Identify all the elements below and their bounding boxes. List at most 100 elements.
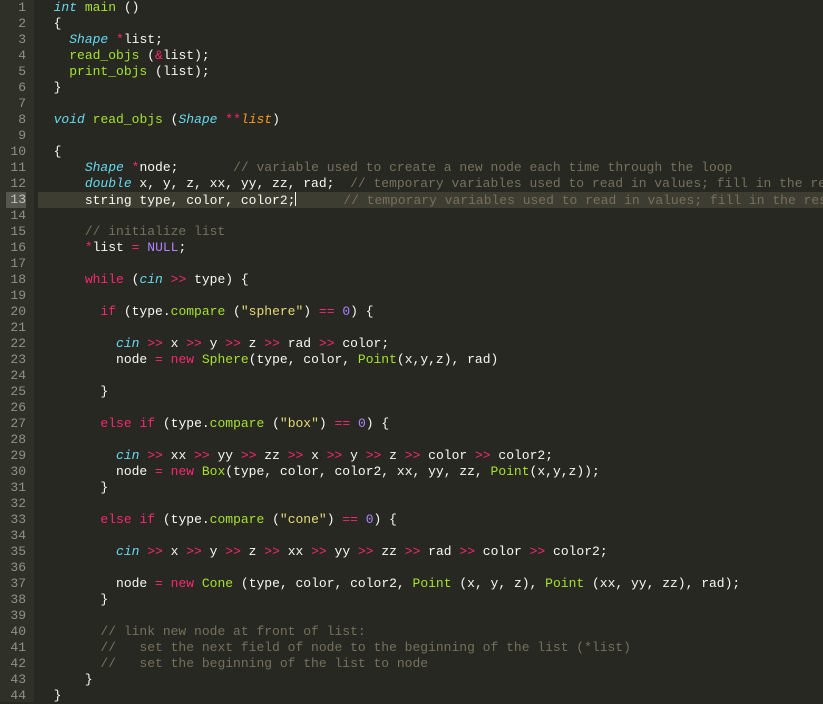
code-line[interactable]: { (38, 144, 823, 160)
token-param: list (241, 112, 272, 127)
code-line[interactable]: } (38, 80, 823, 96)
token-op: & (155, 48, 163, 63)
code-line[interactable]: node = new Sphere(type, color, Point(x,y… (38, 352, 823, 368)
code-line[interactable]: cin >> x >> y >> z >> xx >> yy >> zz >> … (38, 544, 823, 560)
code-line[interactable]: Shape *list; (38, 32, 823, 48)
code-line[interactable] (38, 96, 823, 112)
token-comment: // temporary variables used to read in v… (343, 193, 823, 208)
line-number: 20 (6, 304, 26, 320)
code-line[interactable] (38, 320, 823, 336)
token-plain (124, 160, 132, 175)
token-plain: (type, color, (249, 352, 358, 367)
code-line[interactable]: *list = NULL; (38, 240, 823, 256)
line-number: 42 (6, 656, 26, 672)
token-plain: ) { (374, 512, 397, 527)
token-storage: int (54, 0, 77, 15)
token-keyword: new (171, 464, 194, 479)
token-plain: } (54, 80, 62, 95)
code-line[interactable]: cin >> xx >> yy >> zz >> x >> y >> z >> … (38, 448, 823, 464)
code-line[interactable]: } (38, 672, 823, 688)
token-op: >> (225, 544, 241, 559)
line-number: 34 (6, 528, 26, 544)
code-line[interactable]: // link new node at front of list: (38, 624, 823, 640)
code-line[interactable] (38, 128, 823, 144)
code-line[interactable]: int main () (38, 0, 823, 16)
indent (38, 384, 100, 399)
code-line[interactable]: read_objs (&list); (38, 48, 823, 64)
token-func: Box (202, 464, 225, 479)
token-keyword: if (139, 416, 155, 431)
code-line[interactable]: while (cin >> type) { (38, 272, 823, 288)
token-plain: (type. (155, 416, 210, 431)
token-plain: list (93, 240, 132, 255)
code-line[interactable] (38, 288, 823, 304)
token-plain: xx (280, 544, 311, 559)
indent (38, 592, 100, 607)
token-op: == (319, 304, 335, 319)
indent (38, 224, 85, 239)
code-line[interactable]: } (38, 592, 823, 608)
line-number: 10 (6, 144, 26, 160)
token-type: cin (139, 272, 162, 287)
code-line[interactable] (38, 368, 823, 384)
token-storage: double (85, 176, 132, 191)
code-line[interactable]: else if (type.compare ("cone") == 0) { (38, 512, 823, 528)
indent (38, 672, 85, 687)
line-number: 13 (6, 192, 26, 208)
token-plain: z (241, 544, 264, 559)
code-line[interactable]: void read_objs (Shape **list) (38, 112, 823, 128)
code-line[interactable]: // set the beginning of the list to node (38, 656, 823, 672)
code-editor[interactable]: 1234567891011121314151617181920212223242… (0, 0, 823, 702)
code-line[interactable]: { (38, 16, 823, 32)
token-func: print_objs (69, 64, 147, 79)
code-line[interactable] (38, 608, 823, 624)
indent (38, 80, 54, 95)
token-op: ** (225, 112, 241, 127)
token-plain: ( (163, 112, 179, 127)
code-line[interactable]: if (type.compare ("sphere") == 0) { (38, 304, 823, 320)
token-func: Point (545, 576, 584, 591)
code-line[interactable]: } (38, 480, 823, 496)
line-number: 6 (6, 80, 26, 96)
indent (38, 160, 85, 175)
code-line[interactable]: node = new Box(type, color, color2, xx, … (38, 464, 823, 480)
token-comment: // temporary variables used to read in v… (350, 176, 823, 191)
code-line[interactable]: // set the next field of node to the beg… (38, 640, 823, 656)
code-line[interactable]: } (38, 384, 823, 400)
token-keyword: new (171, 576, 194, 591)
code-line[interactable]: string type, color, color2; // temporary… (38, 192, 823, 208)
indent (38, 352, 116, 367)
code-line[interactable] (38, 400, 823, 416)
token-plain: node (116, 576, 155, 591)
token-func: compare (210, 416, 265, 431)
token-op: >> (186, 336, 202, 351)
token-keyword: if (100, 304, 116, 319)
code-line[interactable] (38, 256, 823, 272)
token-keyword: else (100, 416, 131, 431)
code-line[interactable] (38, 560, 823, 576)
code-line[interactable]: double x, y, z, xx, yy, zz, rad; // temp… (38, 176, 823, 192)
token-type: Shape (69, 32, 108, 47)
token-plain: ) { (350, 304, 373, 319)
code-line[interactable] (38, 432, 823, 448)
token-plain: zz (374, 544, 405, 559)
code-line[interactable]: cin >> x >> y >> z >> rad >> color; (38, 336, 823, 352)
code-area[interactable]: int main () { Shape *list; read_objs (&l… (34, 0, 823, 702)
code-line[interactable] (38, 528, 823, 544)
code-line[interactable] (38, 208, 823, 224)
token-plain: z (381, 448, 404, 463)
token-op: >> (311, 544, 327, 559)
token-op: >> (475, 448, 491, 463)
token-plain: ( (124, 272, 140, 287)
code-line[interactable]: else if (type.compare ("box") == 0) { (38, 416, 823, 432)
token-comment: // initialize list (85, 224, 225, 239)
line-number: 39 (6, 608, 26, 624)
code-line[interactable]: // initialize list (38, 224, 823, 240)
token-plain (163, 352, 171, 367)
code-line[interactable]: node = new Cone (type, color, color2, Po… (38, 576, 823, 592)
code-line[interactable] (38, 496, 823, 512)
code-line[interactable]: print_objs (list); (38, 64, 823, 80)
code-line[interactable]: Shape *node; // variable used to create … (38, 160, 823, 176)
line-number: 18 (6, 272, 26, 288)
token-keyword: if (139, 512, 155, 527)
